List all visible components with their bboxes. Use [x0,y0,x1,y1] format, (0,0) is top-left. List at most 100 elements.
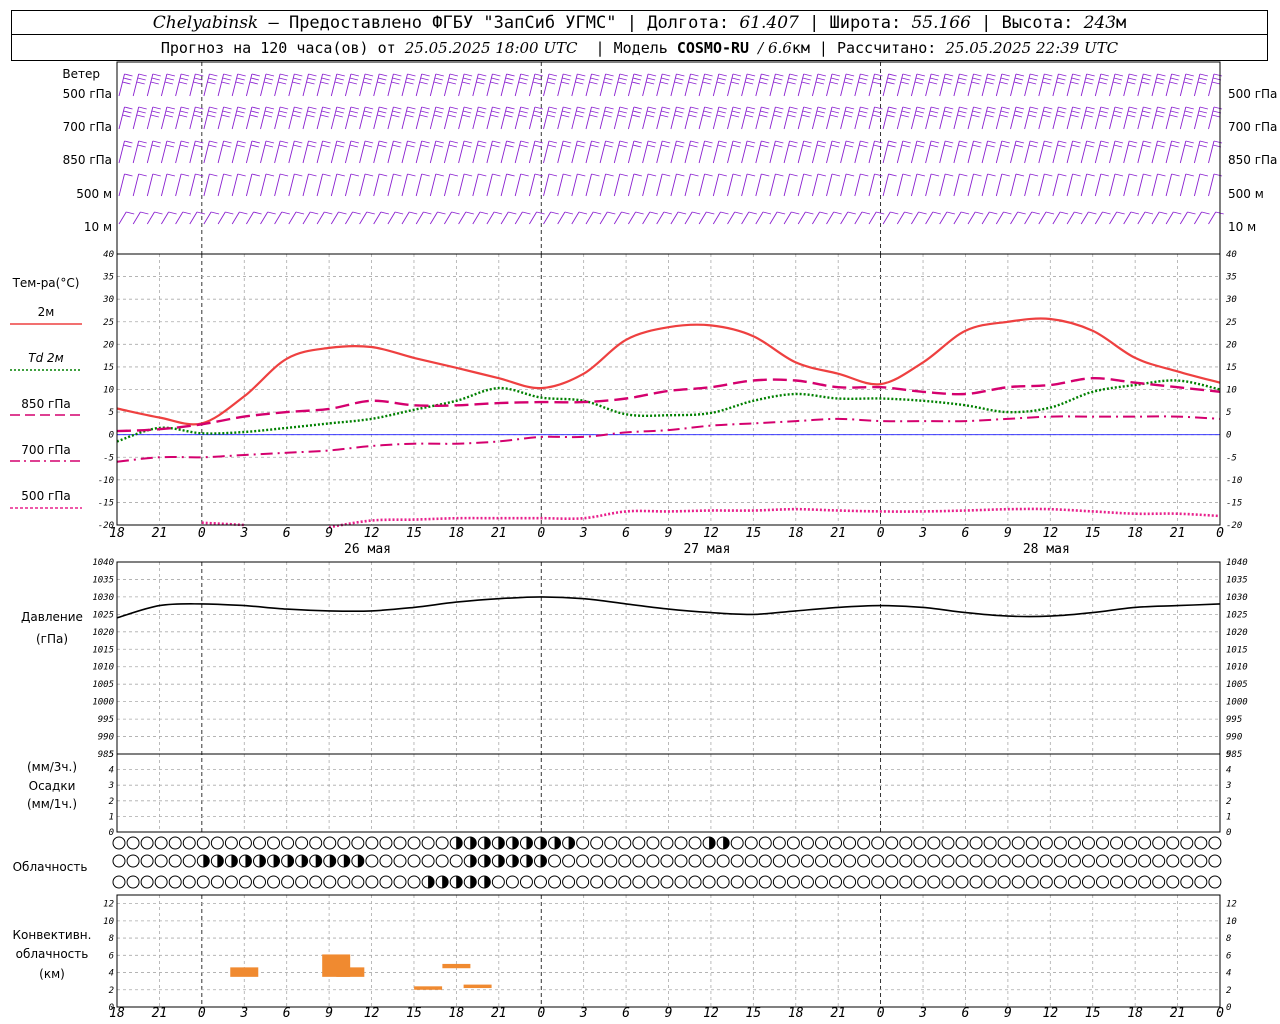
x-tick-label: 18 [1127,1006,1143,1021]
wind-barb-staff [769,73,776,97]
wind-barb [967,106,982,130]
wind-barb [302,173,317,197]
y-tick-label: 15 [1226,363,1237,373]
wind-barb-staff [1080,140,1088,164]
wind-barb-flag [208,110,217,114]
wind-barb-flag [1028,110,1038,114]
cloud-cover-symbol [407,836,421,850]
wind-barb-flag [914,81,924,85]
wind-barb-flag [718,140,727,144]
wind-barb [656,211,673,225]
wind-barb [118,140,133,164]
wind-barb [387,73,402,97]
cloud-cover-symbol [702,854,716,868]
wind-barb-flag [1056,114,1065,118]
wind-barb-flag [874,73,883,77]
x-tick-label: 0 [198,526,206,541]
wind-barb-flag [449,106,459,110]
wind-barb-flag [123,77,132,81]
wind-barb-staff [1137,106,1144,130]
wind-barb-staff [896,73,904,97]
wind-barb-flag [744,81,754,85]
wind-barb-flag [223,140,232,144]
wind-barb [995,73,1010,97]
wind-barb-flag [1130,211,1140,215]
wind-barb-flag [986,110,995,114]
wind-barb-flag [957,81,966,85]
wind-barb-flag [607,211,616,215]
wind-barb-staff [1137,73,1144,97]
wind-barb-flag [448,77,458,81]
wind-barb [231,173,246,197]
wind-barb-flag [1072,106,1081,110]
wind-barb-flag [222,144,231,148]
wind-barb-flag [803,140,812,144]
cloud-cover-symbol [351,875,365,889]
cloud-cover-symbol [1025,854,1039,868]
wind-barb-flag [646,110,656,114]
wind-barb-flag [989,211,998,215]
wind-barb-staff [132,173,140,197]
wind-barb [642,106,657,130]
cloud-cover-symbol [534,875,547,889]
wind-barb-flag [603,81,612,85]
wind-barb-staff [217,211,226,225]
cloud-cover-symbol [1138,854,1152,868]
wind-barb-flag [1129,106,1138,110]
wind-barb [260,211,276,225]
wind-barb [712,211,729,225]
wind-title: Ветер [62,67,100,81]
wind-barb [245,140,261,164]
wind-barb-staff [344,106,352,130]
cloud-cover-symbol [744,875,758,889]
wind-barb-flag [945,73,954,77]
wind-barb [1109,211,1125,225]
wind-barb-flag [548,106,558,110]
wind-barb-flag [887,144,896,148]
wind-barb-staff [896,106,904,130]
wind-barb-staff [1066,211,1075,225]
y-tick-label: 1035 [1226,575,1248,585]
cloud-cover-symbol [168,854,182,868]
wind-barb-flag [1043,110,1052,114]
cloud-cover-symbol [871,836,885,850]
x-tick-label: 18 [1127,526,1143,541]
wind-barb [769,106,784,130]
wind-barb-flag [1213,73,1223,77]
wind-barb [175,211,191,225]
wind-barb-staff [953,140,960,164]
wind-barb [953,73,968,97]
wind-barb-staff [755,173,762,197]
conv-unit: (км) [39,967,65,981]
wind-barb-flag [788,77,797,81]
wind-barb-staff [1151,140,1158,164]
wind-barb-flag [251,173,261,177]
wind-barb-flag [1015,140,1025,144]
cloud-cover-symbol [393,836,407,850]
wind-barb-staff [995,140,1003,164]
wind-barb [613,140,628,164]
wind-barb [274,73,289,97]
y-tick-label: 2 [109,986,114,996]
wind-barb-flag [150,114,159,118]
wind-barb-flag [1000,110,1009,114]
wind-barb [670,106,685,130]
wind-barb-flag [858,114,867,118]
wind-barb-flag [490,114,499,118]
wind-barb-staff [783,106,791,130]
wind-barb [628,211,644,225]
wind-barb-flag [647,106,657,110]
cloud-cover-symbol [632,875,646,889]
wind-barb-staff [910,140,918,164]
wind-barb-flag [250,144,260,148]
cloud-cover-symbol [800,875,814,889]
wind-barb-flag [1112,81,1122,85]
wind-barb-flag [916,173,926,177]
wind-barb-staff [755,211,764,225]
wind-barb-flag [845,73,855,77]
wind-barb-staff [231,106,239,130]
y-tick-label: 10 [103,386,114,396]
wind-barb-staff [1094,140,1102,164]
wind-barb-flag [1057,110,1066,114]
wind-barb-flag [520,140,529,144]
